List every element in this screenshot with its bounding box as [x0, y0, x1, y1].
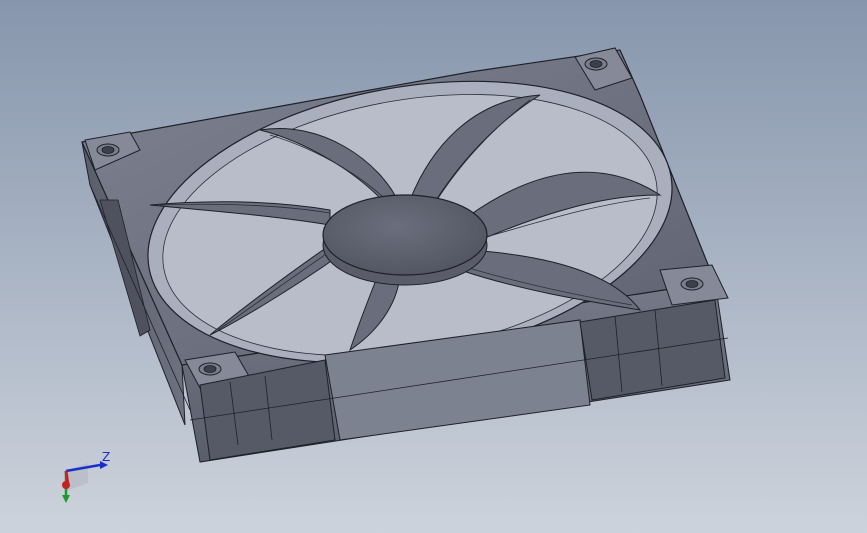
corner-mount-bottom-right[interactable] [659, 264, 729, 306]
coordinate-triad[interactable]: Z [50, 445, 120, 515]
axis-z-label: Z [102, 450, 111, 464]
fan-hub[interactable] [322, 194, 488, 276]
graphics-viewport[interactable]: Z [0, 0, 867, 533]
axis-y-arrow [62, 495, 70, 503]
axis-x-origin [62, 481, 70, 489]
fan-model-3d[interactable] [0, 0, 867, 533]
